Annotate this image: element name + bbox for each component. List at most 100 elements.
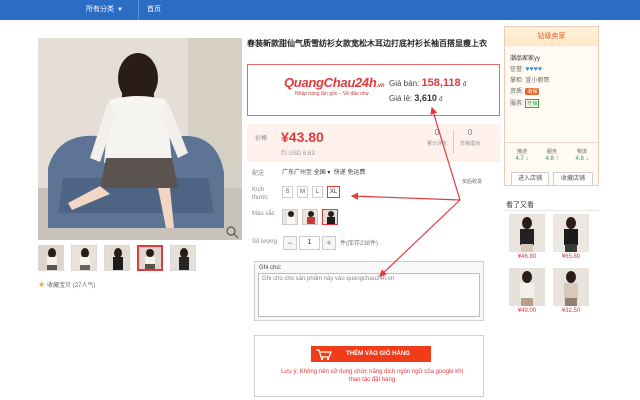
score-trend-icon: ↓ <box>585 156 589 162</box>
currency-symbol: đ <box>462 82 467 88</box>
recommended-item[interactable]: ¥85.80 <box>553 214 589 260</box>
enter-store-button[interactable]: 进入店铺 <box>511 172 549 186</box>
note-box: Ghi chú: <box>254 261 484 321</box>
score-trend-icon: ↑ <box>555 156 559 162</box>
save-store-button[interactable]: 收藏店铺 <box>553 172 593 186</box>
service-badge: 旺铺 <box>525 99 540 108</box>
transaction-count-label: 交易成功 <box>459 141 480 147</box>
seller-divider <box>505 142 598 143</box>
score-value: 4.8 <box>575 156 584 162</box>
wholesale-price: 158,118 <box>421 77 461 89</box>
score-label: 描述 <box>516 149 527 155</box>
model-photo-illustration <box>38 38 242 240</box>
currency-symbol: đ <box>439 97 443 103</box>
quangchau-logo: QuangChau24h.vn Nhập hàng tận gốc – Về đ… <box>284 75 385 97</box>
heart-rating-icon: ♥♥♥♥ <box>525 66 542 73</box>
service-label: 服务: <box>510 101 524 107</box>
product-title: 春装新款甜仙气质雪纺衫女款宽松木耳边打底衬衫长袖百搭显瘦上衣 <box>247 39 487 48</box>
stock-info: 件(库存238件) <box>340 241 379 247</box>
contact-name[interactable]: 宣小丽哥 <box>525 78 549 84</box>
add-to-cart-box: THÊM VÀO GIỎ HÀNG Lưu ý: Không nên sử dụ… <box>254 335 484 397</box>
color-label: Màu sắc <box>252 211 275 217</box>
product-thumbnail[interactable] <box>71 245 97 271</box>
size-option-m[interactable]: M <box>297 186 308 198</box>
chevron-down-icon: ▼ <box>117 7 123 13</box>
price-usd: 约 USD 6.63 <box>281 151 315 157</box>
recommended-price: ¥85.80 <box>561 254 581 260</box>
all-categories-label: 所有分类 <box>86 6 114 13</box>
favorite-link[interactable]: ★ 收藏宝贝 (27人气) <box>38 280 96 289</box>
transaction-count-value: 0 <box>467 128 473 137</box>
wholesale-label: Giá bán: <box>389 79 420 88</box>
add-to-cart-label: THÊM VÀO GIỎ HÀNG <box>346 351 410 357</box>
note-label: Ghi chú: <box>259 265 282 271</box>
color-swatch-red[interactable] <box>302 209 318 225</box>
size-option-xl[interactable]: XL <box>327 186 340 198</box>
converted-prices: Giá bán: 158,118 đ Giá lẻ: 3,610 đ <box>389 76 499 106</box>
seller-quality: 资质: 消保 <box>510 86 540 95</box>
size-option-s[interactable]: S <box>282 186 293 198</box>
brand-tld: .vn <box>376 83 385 89</box>
quality-label: 资质: <box>510 89 524 95</box>
shipping-row: 广东广州至 全国 ▾ 快递 免运费 <box>282 167 365 176</box>
seller-name[interactable]: 潮品家家yy <box>510 53 540 62</box>
score-value: 4.7 <box>515 156 524 162</box>
recommended-item[interactable]: ¥49.00 <box>509 268 545 314</box>
recommended-item[interactable]: ¥32.50 <box>553 268 589 314</box>
product-thumbnail[interactable] <box>170 245 196 271</box>
contact-label: 掌柜: <box>510 78 524 84</box>
seller-header: 钻级卖家 <box>505 27 598 46</box>
price-value: ¥43.80 <box>281 129 324 145</box>
top-nav-bar: 所有分类 ▼ 首页 <box>0 0 640 20</box>
retail-label: Giá lẻ: <box>389 94 413 103</box>
quality-badge: 消保 <box>525 88 540 95</box>
cart-icon <box>316 349 332 361</box>
seller-panel: 钻级卖家 潮品家家yy 信誉: ♥♥♥♥ 掌柜: 宣小丽哥 资质: 消保 服务:… <box>504 26 599 186</box>
arrow-to-size <box>350 192 461 201</box>
credit-label: 信誉: <box>510 67 524 73</box>
quantity-label: Số lượng <box>252 239 277 245</box>
recommended-price: ¥32.50 <box>561 308 581 314</box>
thumbnail-strip <box>38 245 228 272</box>
score-label: 物流 <box>576 149 587 155</box>
home-link[interactable]: 首页 <box>138 0 161 20</box>
favorite-label: 收藏宝贝 (27人气) <box>47 283 96 289</box>
cart-warning: Lưu ý: Không nên sử dụng chức năng dịch … <box>281 369 463 383</box>
recommended-price: ¥46.80 <box>517 254 537 260</box>
review-count-value: 0 <box>434 128 440 137</box>
seller-credit: 信誉: ♥♥♥♥ <box>510 64 542 73</box>
seller-contact: 掌柜: 宣小丽哥 <box>510 75 549 84</box>
score-trend-icon: ↓ <box>525 156 529 162</box>
product-thumbnail[interactable] <box>38 245 64 271</box>
shipping-destination-select[interactable]: 全国 ▾ <box>314 170 331 176</box>
main-product-photo[interactable] <box>38 38 242 240</box>
color-swatch-black[interactable] <box>322 209 338 225</box>
score-service: 服务 4.8 ↑ <box>537 148 567 162</box>
quantity-decrement-button[interactable]: − <box>283 236 297 250</box>
retail-price: 3,610 <box>414 93 437 103</box>
color-swatch-white[interactable] <box>282 209 298 225</box>
shipping-origin: 广东广州至 <box>282 170 313 176</box>
shipping-more: 买后收货 <box>462 179 483 185</box>
quantity-increment-button[interactable]: + <box>322 236 336 250</box>
star-icon: ★ <box>38 280 46 289</box>
quangchau-price-box: QuangChau24h.vn Nhập hàng tận gốc – Về đ… <box>247 64 500 116</box>
product-thumbnail[interactable] <box>104 245 130 271</box>
recommended-divider <box>504 210 599 211</box>
quantity-input[interactable]: 1 <box>299 236 320 250</box>
note-input[interactable] <box>258 273 480 317</box>
score-description: 描述 4.7 ↓ <box>507 148 537 162</box>
score-label: 服务 <box>546 149 557 155</box>
product-thumbnail-selected[interactable] <box>137 245 163 271</box>
recommended-price: ¥49.00 <box>517 308 537 314</box>
seller-service: 服务: 旺铺 <box>510 98 540 108</box>
score-logistics: 物流 4.8 ↓ <box>567 148 597 162</box>
size-label: Kích thước <box>252 187 268 201</box>
shipping-label: 配送 <box>252 171 265 177</box>
all-categories-menu[interactable]: 所有分类 ▼ <box>86 0 123 20</box>
recommended-item[interactable]: ¥46.80 <box>509 214 545 260</box>
transaction-count: 0 交易成功 <box>453 128 487 147</box>
brand-name: QuangChau24h <box>284 75 377 90</box>
size-option-l[interactable]: L <box>312 186 323 198</box>
price-label: 价格 <box>255 136 268 142</box>
